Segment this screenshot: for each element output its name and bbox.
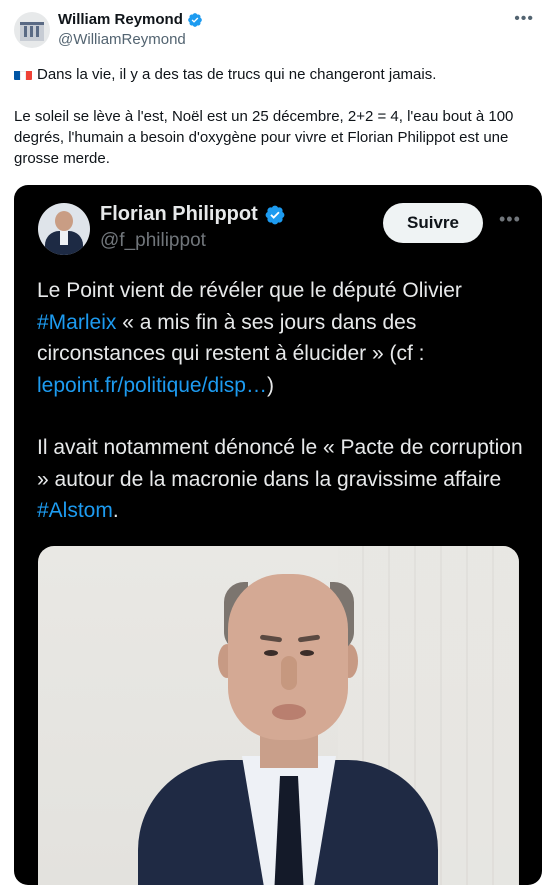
more-options-icon[interactable]: ••• [514,10,534,28]
hashtag-alstom[interactable]: #Alstom [37,499,113,522]
author-name-row: William Reymond [58,11,203,28]
quoted-paragraph-2: Il avait notamment dénoncé le « Pacte de… [37,432,527,527]
tweet-line-1: Dans la vie, il y a des tas de trucs qui… [14,64,534,85]
quoted-text-segment: . [112,499,119,522]
quoted-text-segment: ) [266,373,274,397]
quoted-avatar[interactable] [38,203,90,255]
article-link[interactable]: lepoint.fr/politique/disp… [37,374,267,397]
quoted-author-name[interactable]: Florian Philippot [100,203,258,226]
verified-badge-icon [188,12,202,27]
tweet-header: William Reymond @WilliamReymond ••• [0,0,550,52]
quoted-paragraph-1: Le Point vient de révéler que le député … [37,275,527,401]
quoted-author-handle[interactable]: @f_philippot [100,230,206,252]
quoted-photo[interactable] [38,546,519,885]
quoted-text-segment: Le Point vient de révéler que le député … [37,279,462,302]
tweet-line-1-text: Dans la vie, il y a des tas de trucs qui… [37,66,437,83]
author-name[interactable]: William Reymond [58,11,183,28]
quoted-name-row: Florian Philippot [100,203,286,226]
tweet-line-2: Le soleil se lève à l'est, Noël est un 2… [14,108,514,167]
author-handle[interactable]: @WilliamReymond [58,31,186,48]
tweet-text: Dans la vie, il y a des tas de trucs qui… [14,64,534,169]
follow-button[interactable]: Suivre [383,203,483,243]
quoted-text-segment: Il avait notamment dénoncé le « Pacte de… [37,436,523,491]
hashtag-marleix[interactable]: #Marleix [37,311,116,334]
more-options-icon[interactable]: ••• [499,209,521,230]
quoted-tweet[interactable]: Florian Philippot @f_philippot Suivre ••… [14,185,542,885]
quoted-text: Le Point vient de révéler que le député … [37,275,527,527]
france-flag-icon [14,68,32,80]
avatar[interactable] [14,12,50,48]
verified-badge-icon [265,205,285,224]
